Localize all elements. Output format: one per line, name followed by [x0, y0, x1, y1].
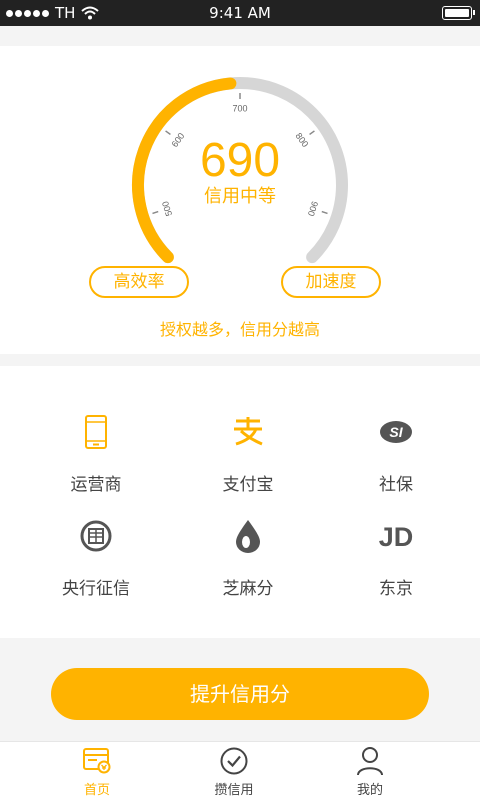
source-label: 支付宝 — [222, 475, 274, 495]
source-label: 运营商 — [70, 475, 122, 495]
tab-label: 我的 — [356, 783, 383, 798]
improve-score-button[interactable]: 提升信用分 — [51, 668, 429, 720]
source-label: 社保 — [379, 475, 413, 495]
status-time: 9:41 AM — [209, 4, 271, 22]
source-label: 央行征信 — [62, 579, 130, 599]
source-social-security[interactable]: SI 社保 — [316, 412, 476, 522]
source-sesame[interactable]: 芝麻分 — [168, 516, 328, 626]
gauge-tick — [321, 210, 328, 215]
source-central-bank[interactable]: 央行征信 — [16, 516, 176, 626]
credit-score-value: 690 — [199, 134, 281, 187]
gauge-tick-label: 700 — [232, 103, 247, 113]
alipay-icon — [228, 412, 268, 452]
jd-icon-text: JD — [379, 522, 414, 551]
credit-sources-grid: 运营商 支付宝 SI 社保 央行征信 芝麻分 JD 东京 — [0, 366, 480, 638]
credit-score-level: 信用中等 — [204, 186, 276, 207]
source-label: 芝麻分 — [222, 579, 274, 599]
tab-me[interactable]: 我的 — [290, 742, 450, 800]
speed-button[interactable]: 加速度 — [281, 266, 381, 298]
gauge-tick — [152, 210, 159, 215]
source-label: 东京 — [379, 579, 413, 599]
tab-label: 首页 — [83, 783, 110, 798]
source-alipay[interactable]: 支付宝 — [168, 412, 328, 522]
phone-icon — [76, 412, 116, 452]
status-bar: TH 9:41 AM — [0, 0, 480, 26]
svg-text:SI: SI — [389, 424, 403, 440]
tab-home[interactable]: 首页 — [17, 742, 177, 800]
battery-icon — [442, 6, 475, 20]
home-card-icon — [82, 746, 112, 776]
efficiency-button[interactable]: 高效率 — [89, 266, 189, 298]
user-icon — [355, 746, 385, 776]
source-jd[interactable]: JD 东京 — [316, 516, 476, 626]
sesame-icon — [228, 516, 268, 556]
credit-score-card: 500 600 700 800 900 690 信用中等 高效率 加速度 授权越多，信用… — [0, 46, 480, 354]
authorization-hint: 授权越多，信用分越高 — [159, 320, 320, 339]
check-circle-icon — [219, 746, 249, 776]
jd-icon: JD — [376, 516, 416, 556]
tab-bar: 首页 攒信用 我的 — [0, 741, 480, 800]
source-carrier[interactable]: 运营商 — [16, 412, 176, 522]
central-bank-icon — [76, 516, 116, 556]
social-security-icon: SI — [376, 412, 416, 452]
